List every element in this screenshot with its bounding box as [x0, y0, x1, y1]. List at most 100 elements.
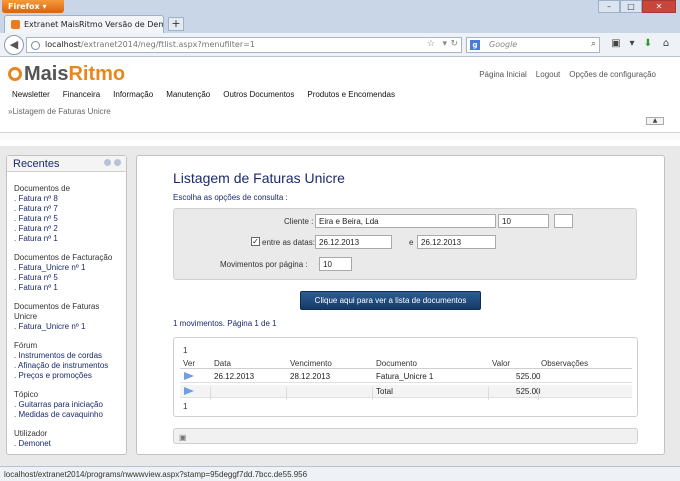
show-documents-button[interactable]: Clique aqui para ver a lista de document…	[300, 291, 481, 310]
sidebar-link[interactable]: . Fatura_Unicre nº 1	[14, 263, 119, 273]
top-links: Página Inicial Logout Opções de configur…	[479, 70, 656, 79]
sidebar-link[interactable]: . Fatura nº 7	[14, 204, 119, 214]
per-page-field[interactable]: 10	[319, 257, 352, 271]
sidebar-link[interactable]: . Instrumentos de cordas	[14, 351, 119, 361]
sidebar-group: Tópico . Guitarras para iniciação . Medi…	[14, 390, 119, 420]
menu-financeira[interactable]: Financeira	[63, 90, 100, 99]
sidebar-link[interactable]: . Fatura nº 5	[14, 273, 119, 283]
bookmarks-icon[interactable]: ▣	[608, 38, 624, 52]
query-options-label: Escolha as opções de consulta :	[173, 193, 288, 202]
row-vencimento: 28.12.2013	[290, 372, 331, 381]
settings-link[interactable]: Opções de configuração	[569, 70, 656, 79]
collapse-toggle-icon[interactable]: ▲	[646, 117, 664, 125]
sidebar-group-title: Documentos de	[14, 184, 71, 193]
cell-divider	[488, 387, 489, 400]
firefox-menu-button[interactable]: Firefox ▾	[2, 0, 64, 13]
sidebar-group-title: Documentos de Facturação	[14, 253, 113, 262]
status-bar: localhost/extranet2014/programs/nwwwview…	[0, 466, 680, 481]
cell-divider	[372, 387, 373, 400]
menu-manutencao[interactable]: Manutenção	[166, 90, 210, 99]
sidebar-link[interactable]: . Preços e promoções	[14, 371, 119, 381]
sidebar-link[interactable]: . Afinação de instrumentos	[14, 361, 119, 371]
results-summary: 1 movimentos. Página 1 de 1	[173, 319, 277, 328]
print-icon[interactable]: ▣	[179, 433, 187, 442]
date-to-field[interactable]: 26.12.2013	[417, 235, 496, 249]
search-input[interactable]: g Google ⌕	[466, 37, 600, 53]
menu-dropdown-icon[interactable]: ▾	[624, 38, 640, 52]
filter-form: Cliente : Eira e Beira, Lda 10 ✓ entre a…	[173, 208, 637, 280]
sidebar-link[interactable]: . Fatura_Unicre nº 1	[14, 322, 119, 332]
col-valor: Valor	[492, 359, 511, 368]
total-value: 525.00	[516, 387, 541, 396]
table-footer-bar: ▣	[173, 428, 638, 444]
close-window-button[interactable]: ✕	[642, 0, 676, 13]
sidebar-link[interactable]: . Medidas de cavaquinho	[14, 410, 119, 420]
per-page-label: Movimentos por página :	[220, 260, 308, 269]
main-menu: Newsletter Financeira Informação Manuten…	[12, 90, 395, 99]
date-and-label: e	[409, 238, 414, 247]
sidebar-link[interactable]: . Fatura nº 1	[14, 234, 119, 244]
minimize-button[interactable]: –	[598, 0, 620, 13]
view-total-icon[interactable]	[184, 387, 194, 395]
sidebar-minimize-icon[interactable]	[104, 159, 111, 166]
col-documento: Documento	[376, 359, 417, 368]
sidebar-group: Documentos de Faturas Unicre . Fatura_Un…	[14, 302, 119, 332]
sidebar-link[interactable]: . Fatura nº 8	[14, 194, 119, 204]
maximize-button[interactable]: □	[620, 0, 642, 13]
search-icon[interactable]: ⌕	[591, 39, 596, 49]
page-title: Listagem de Faturas Unicre	[173, 170, 345, 186]
pager-bottom[interactable]: 1	[183, 402, 187, 411]
back-button[interactable]: ◀	[4, 35, 24, 55]
download-icon[interactable]: ⬇	[640, 38, 656, 52]
total-row: Total 525.00	[180, 385, 632, 400]
navigation-toolbar: ◀ localhost/extranet2014/neg/ftlist.aspx…	[0, 33, 680, 57]
row-documento: Fatura_Unicre 1	[376, 372, 434, 381]
date-from-field[interactable]: 26.12.2013	[315, 235, 392, 249]
cliente-code-field[interactable]: 10	[498, 214, 549, 228]
bookmark-star-icon[interactable]: ☆	[427, 39, 435, 49]
table-row: 26.12.2013 28.12.2013 Fatura_Unicre 1 52…	[180, 370, 632, 383]
logout-link[interactable]: Logout	[536, 70, 560, 79]
menu-produtos-encomendas[interactable]: Produtos e Encomendas	[307, 90, 395, 99]
sidebar-close-icon[interactable]	[114, 159, 121, 166]
sidebar-body: Documentos de . Fatura nº 8 . Fatura nº …	[7, 172, 126, 449]
dates-checkbox[interactable]: ✓	[251, 237, 260, 246]
sidebar-group-title: Fórum	[14, 341, 38, 350]
sidebar-link[interactable]: . Guitarras para iniciação	[14, 400, 119, 410]
sidebar-group-title: Utilizador	[14, 429, 48, 438]
sidebar-group-title: Tópico	[14, 390, 39, 399]
total-label: Total	[376, 387, 393, 396]
reload-icon[interactable]: ↻	[450, 39, 458, 49]
browser-tab[interactable]: Extranet MaisRitmo Versão de Demonstr...…	[4, 15, 164, 33]
col-ver: Ver	[183, 359, 196, 368]
menu-outros-documentos[interactable]: Outros Documentos	[223, 90, 294, 99]
menu-newsletter[interactable]: Newsletter	[12, 90, 50, 99]
home-icon[interactable]: ⌂	[658, 38, 674, 52]
main-panel: Listagem de Faturas Unicre Escolha as op…	[136, 155, 665, 455]
view-document-icon[interactable]	[184, 372, 194, 380]
new-tab-button[interactable]: +	[168, 17, 184, 31]
sidebar-link[interactable]: . Fatura nº 5	[14, 214, 119, 224]
cliente-lookup-button[interactable]	[554, 214, 573, 228]
window-controls: – □ ✕	[598, 0, 676, 13]
sidebar-link[interactable]: . Fatura nº 1	[14, 283, 119, 293]
sidebar-link[interactable]: . Demonet	[14, 439, 119, 449]
header-divider	[0, 132, 680, 140]
menu-informacao[interactable]: Informação	[113, 90, 153, 99]
tab-strip: Extranet MaisRitmo Versão de Demonstr...…	[0, 13, 680, 33]
breadcrumb[interactable]: »Listagem de Faturas Unicre	[8, 107, 111, 116]
sidebar-group: Documentos de Facturação . Fatura_Unicre…	[14, 253, 119, 293]
pager-top[interactable]: 1	[183, 346, 187, 355]
dropdown-arrow-icon[interactable]: ▾	[442, 39, 447, 49]
home-link[interactable]: Página Inicial	[479, 70, 527, 79]
sidebar-header: Recentes	[7, 156, 126, 172]
cell-divider	[286, 387, 287, 400]
cell-divider	[210, 387, 211, 400]
globe-icon	[31, 41, 40, 50]
favicon-icon	[11, 20, 20, 29]
address-bar[interactable]: localhost/extranet2014/neg/ftlist.aspx?m…	[26, 37, 462, 53]
table-header: Ver Data Vencimento Documento Valor Obse…	[180, 359, 632, 369]
sidebar-link[interactable]: . Fatura nº 2	[14, 224, 119, 234]
cliente-name-field[interactable]: Eira e Beira, Lda	[315, 214, 496, 228]
maisritmo-logo[interactable]: MaisRitmo	[8, 63, 125, 86]
